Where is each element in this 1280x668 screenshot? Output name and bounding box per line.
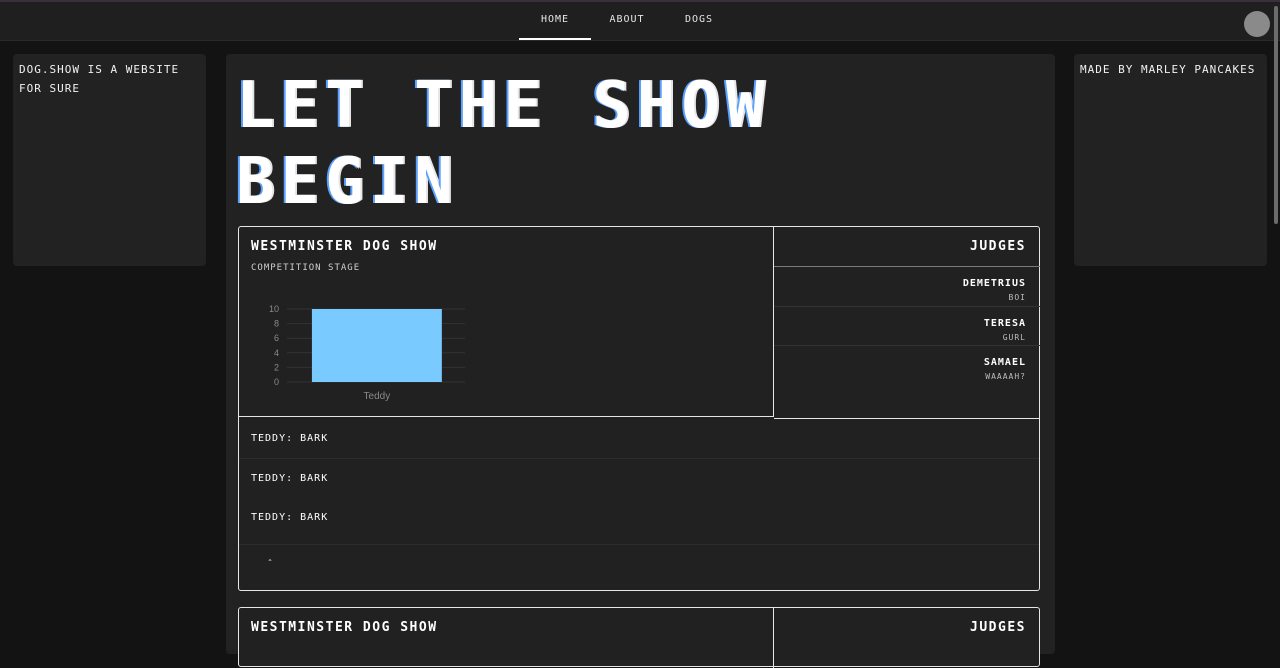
judge-name: Samael	[983, 357, 1026, 368]
right-info-panel: Made by Marley Pancakes	[1074, 54, 1267, 266]
competition-chart: 0 2 4 6 8 10 Teddy	[269, 304, 465, 402]
bar-teddy	[311, 309, 442, 382]
x-tick-label: Teddy	[364, 391, 391, 402]
judges-panel: Judges	[774, 608, 1040, 668]
y-tick-label: 6	[274, 333, 279, 343]
list-item: Teddy: bark	[239, 498, 1039, 545]
y-tick-label: 10	[269, 304, 279, 314]
right-panel-text: Made by Marley Pancakes	[1080, 63, 1256, 76]
show-title: Westminster Dog Show	[251, 239, 438, 254]
list-item: Teddy: bark	[239, 419, 1039, 459]
show-card: Westminster Dog Show Competition Stage 0…	[238, 226, 1040, 591]
judge-note: boi	[1008, 293, 1026, 302]
left-panel-text: dog.show is a website for sure	[19, 63, 180, 95]
nav-dogs-link[interactable]: Dogs	[672, 2, 726, 40]
collapse-toggle-button[interactable]: ˆ	[239, 545, 1039, 585]
judges-panel: Judges Demetrius boi Teresa gurl Samael …	[774, 227, 1040, 419]
show-card: Westminster Dog Show Judges	[238, 607, 1040, 668]
avatar[interactable]	[1244, 11, 1270, 37]
judge-item: Demetrius boi	[774, 267, 1040, 306]
show-card-chart-section: Westminster Dog Show	[239, 608, 774, 668]
page-title: LET THE SHOW BEGIN	[236, 69, 771, 219]
judge-note: waaaah?	[985, 372, 1026, 381]
judge-name: Demetrius	[962, 278, 1026, 289]
judge-note: gurl	[1002, 333, 1026, 342]
scrollbar-thumb[interactable]	[1274, 6, 1278, 224]
nav-about-link[interactable]: About	[597, 2, 657, 40]
judges-heading: Judges	[970, 620, 1026, 635]
judge-item: Samael waaaah?	[774, 345, 1040, 384]
left-info-panel: dog.show is a website for sure	[13, 54, 206, 266]
judge-name: Teresa	[983, 318, 1026, 329]
judges-heading: Judges	[774, 227, 1040, 267]
list-item: Teddy: bark	[251, 473, 329, 484]
y-tick-label: 0	[274, 377, 279, 387]
top-navbar: Home About Dogs	[0, 2, 1280, 41]
show-card-chart-section: Westminster Dog Show Competition Stage 0…	[239, 227, 774, 417]
y-tick-label: 4	[274, 348, 279, 358]
message-list: Teddy: bark Teddy: bark Teddy: bark ˆ	[239, 419, 1039, 585]
nav-home-link[interactable]: Home	[519, 2, 591, 40]
judge-item: Teresa gurl	[774, 306, 1040, 345]
main-content: LET THE SHOW BEGIN Westminster Dog Show …	[226, 54, 1055, 668]
y-tick-label: 2	[274, 362, 279, 372]
show-stage: Competition Stage	[251, 263, 361, 273]
y-tick-label: 8	[274, 319, 279, 329]
